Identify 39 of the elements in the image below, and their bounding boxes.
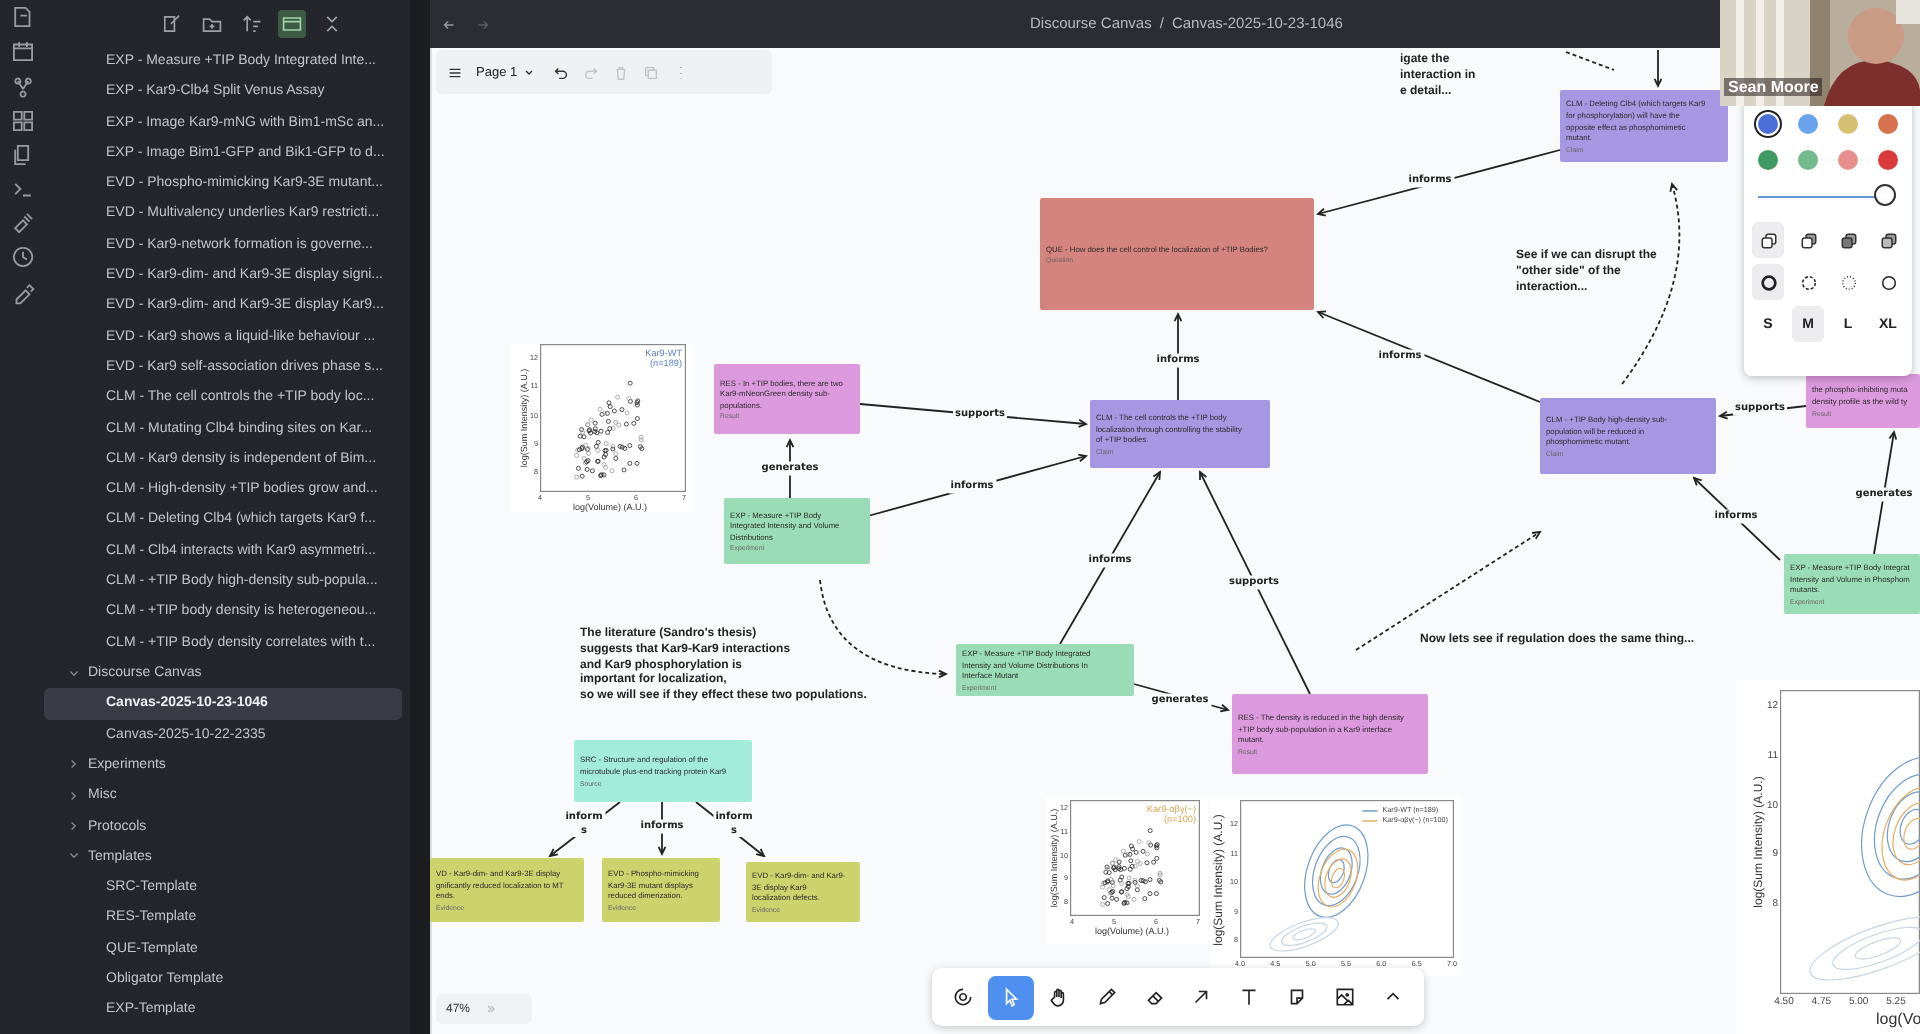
menu-icon[interactable] [446, 63, 464, 81]
axis-label: log(Vo [1876, 1010, 1920, 1028]
connector-arrow [548, 801, 621, 858]
legend-swatch [1362, 807, 1379, 813]
calendar-icon[interactable] [9, 38, 35, 65]
fill-none-button[interactable] [1752, 222, 1784, 258]
caret-icon[interactable] [523, 67, 534, 77]
stroke-draw-button[interactable] [1752, 264, 1784, 300]
participant-name: Sean Moore [1724, 78, 1823, 96]
undo-icon[interactable] [551, 63, 570, 81]
squares-icon [1879, 231, 1897, 249]
squares-icon [1839, 231, 1857, 249]
chevron-icon[interactable] [68, 820, 80, 833]
clock-icon[interactable] [9, 244, 35, 271]
circle-icon [1799, 273, 1817, 291]
graph-icon[interactable] [9, 72, 35, 99]
circle-icon [1759, 273, 1777, 291]
connector-arrow [1692, 476, 1781, 561]
chevron-icon[interactable] [68, 789, 80, 802]
connector-arrow [1653, 49, 1663, 89]
circle-icon [1879, 273, 1897, 291]
chevron-icon[interactable] [68, 758, 80, 771]
connector-arrow [695, 801, 766, 858]
back-arrow-icon[interactable] [440, 15, 458, 33]
file-icon[interactable] [9, 4, 35, 30]
circle-icon [1839, 273, 1857, 291]
panel-icon[interactable] [278, 10, 306, 38]
squares-icon [1799, 231, 1817, 249]
sort-icon[interactable] [238, 10, 266, 38]
telescope-icon[interactable] [9, 210, 35, 237]
dashed-arrow [819, 579, 949, 679]
opacity-slider[interactable] [1758, 184, 1896, 208]
chevron-icon[interactable] [68, 667, 80, 680]
slider-thumb[interactable] [1874, 184, 1896, 206]
legend-swatch [1362, 817, 1379, 823]
squares-icon [1759, 231, 1777, 249]
copy-icon[interactable] [9, 141, 35, 168]
grid-icon[interactable] [9, 107, 35, 134]
chevron-icon[interactable] [68, 850, 80, 863]
